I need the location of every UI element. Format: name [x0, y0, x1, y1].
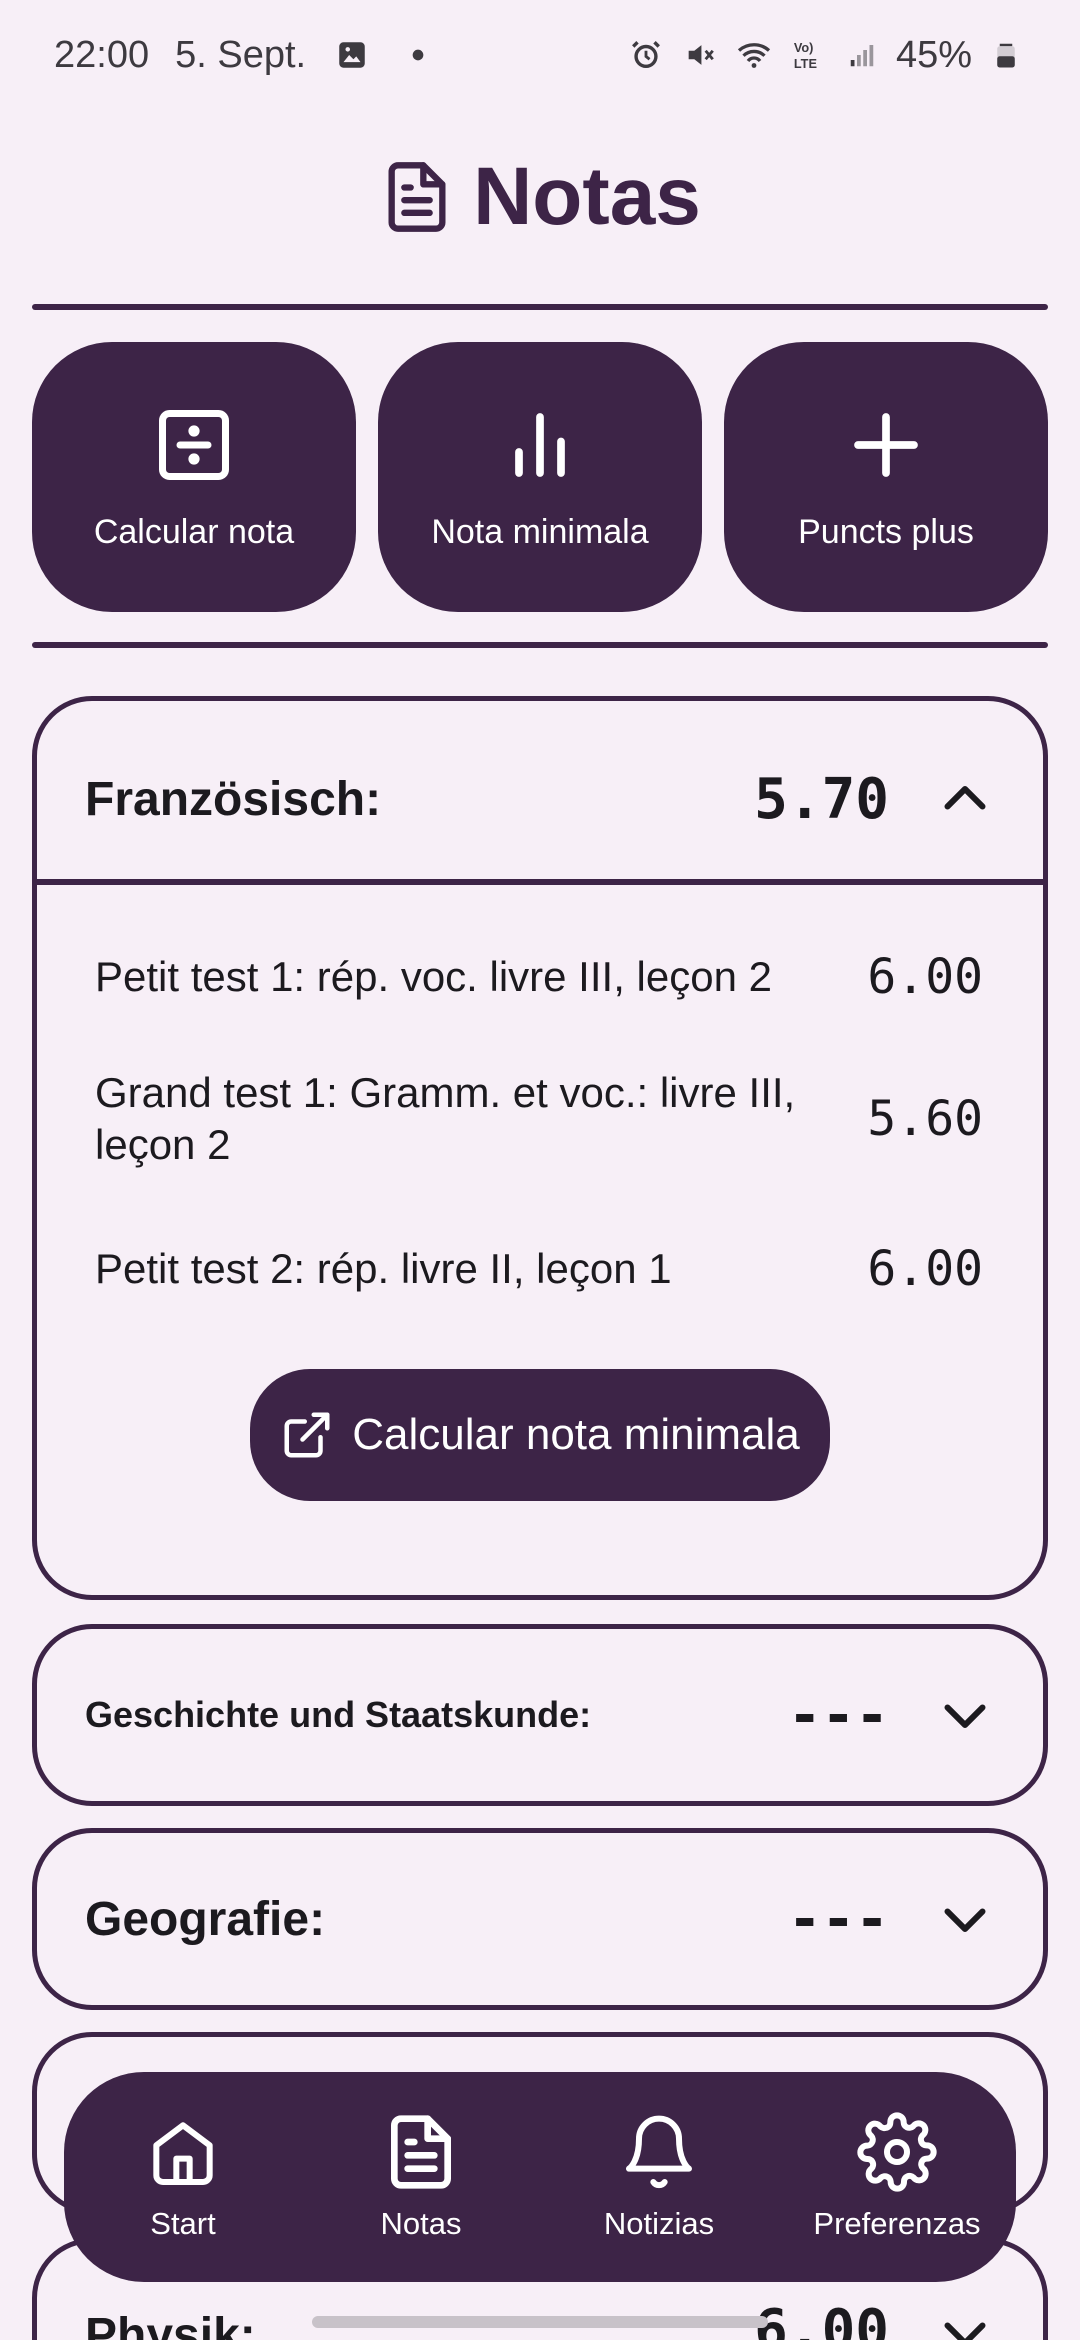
subject-name: Geschichte und Staatskunde:	[85, 1694, 592, 1735]
subject-card-geografie[interactable]: Geografie: ---	[32, 1828, 1048, 2010]
chevron-down-icon[interactable]	[935, 2303, 995, 2340]
status-date: 5. Sept.	[175, 33, 307, 76]
subject-divider	[37, 879, 1043, 885]
nav-notas[interactable]: Notas	[306, 2112, 536, 2242]
calcular-nota-minimala-label: Calcular nota minimala	[352, 1410, 800, 1459]
nav-notas-label: Notas	[380, 2206, 462, 2241]
calcular-nota-minimala-button[interactable]: Calcular nota minimala	[250, 1369, 830, 1501]
header-divider	[32, 304, 1048, 310]
grade-entry[interactable]: Petit test 1: rép. voc. livre III, leçon…	[37, 949, 1043, 1005]
volte-icon: Vo) LTE	[788, 35, 828, 75]
subject-header[interactable]: Französisch: 5.70	[37, 701, 1043, 897]
divide-icon	[159, 409, 229, 480]
gesture-handle[interactable]	[312, 2316, 768, 2328]
svg-text:Vo): Vo)	[794, 40, 814, 55]
nav-notizias-label: Notizias	[603, 2206, 715, 2241]
nav-notizias[interactable]: Notizias	[544, 2112, 774, 2242]
document-icon	[391, 2115, 451, 2189]
home-icon	[153, 2122, 213, 2185]
grade-entry[interactable]: Petit test 2: rép. livre II, leçon 1 6.0…	[37, 1241, 1043, 1297]
status-bar: 22:00 5. Sept. Vo) LTE 45%	[0, 0, 1080, 110]
chevron-up-icon[interactable]	[935, 769, 995, 829]
subject-grade: ---	[787, 1886, 889, 1952]
wifi-icon	[734, 35, 774, 75]
image-icon	[332, 35, 372, 75]
bell-icon	[626, 2115, 692, 2189]
dot-icon	[398, 35, 438, 75]
subject-card-geschichte[interactable]: Geschichte und Staatskunde: ---	[32, 1624, 1048, 1806]
battery-icon	[986, 35, 1026, 75]
svg-text:LTE: LTE	[794, 56, 817, 71]
chevron-down-icon[interactable]	[935, 1889, 995, 1949]
grade-entry-value: 6.00	[867, 1241, 983, 1297]
nota-minimala-label: Nota minimala	[431, 512, 649, 551]
plus-icon	[854, 412, 918, 477]
grade-entry[interactable]: Grand test 1: Gramm. et voc.: livre III,…	[37, 1067, 1043, 1171]
subject-grade: 5.70	[754, 766, 889, 832]
puncts-plus-label: Puncts plus	[798, 512, 974, 551]
signal-icon	[842, 35, 882, 75]
subject-card-franzoesisch: Französisch: 5.70 Petit test 1: rép. voc…	[32, 696, 1048, 1600]
calcular-nota-button[interactable]: Calcular nota	[32, 342, 356, 612]
subject-name: Geografie:	[85, 1892, 326, 1946]
page-title: Notas	[473, 151, 701, 242]
alarm-icon	[626, 35, 666, 75]
nav-preferenzas-label: Preferenzas	[813, 2206, 981, 2241]
nav-preferenzas[interactable]: Preferenzas	[782, 2112, 1012, 2242]
nav-start[interactable]: Start	[68, 2112, 298, 2242]
calcular-nota-label: Calcular nota	[93, 512, 295, 551]
quick-actions: Calcular nota Nota minimala Puncts plus	[32, 342, 1048, 612]
battery-percent: 45%	[895, 33, 972, 76]
bar-chart-icon	[515, 412, 565, 477]
grade-entry-title: Petit test 1: rép. voc. livre III, leçon…	[95, 953, 772, 1000]
mute-icon	[680, 35, 720, 75]
subject-grade: ---	[787, 1682, 889, 1748]
subject-grade: 6.00	[754, 2298, 889, 2340]
grade-entry-title: Grand test 1: Gramm. et voc.: livre III,…	[95, 1069, 796, 1168]
nota-minimala-button[interactable]: Nota minimala	[378, 342, 702, 612]
external-link-icon	[284, 1412, 330, 1458]
status-time: 22:00	[54, 33, 150, 76]
nav-start-label: Start	[150, 2206, 216, 2241]
grade-entry-value: 6.00	[867, 949, 983, 1005]
gear-icon	[857, 2112, 937, 2192]
bottom-navigation: Start Notas Notizias Preferenzas	[64, 2072, 1016, 2282]
puncts-plus-button[interactable]: Puncts plus	[724, 342, 1048, 612]
grade-entry-title: Petit test 2: rép. livre II, leçon 1	[95, 1245, 672, 1292]
actions-divider	[32, 642, 1048, 648]
chevron-down-icon[interactable]	[935, 1685, 995, 1745]
document-icon	[388, 162, 446, 232]
grade-entry-value: 5.60	[867, 1091, 983, 1147]
subject-name: Französisch:	[85, 772, 382, 826]
page-header: Notas	[0, 150, 1080, 244]
